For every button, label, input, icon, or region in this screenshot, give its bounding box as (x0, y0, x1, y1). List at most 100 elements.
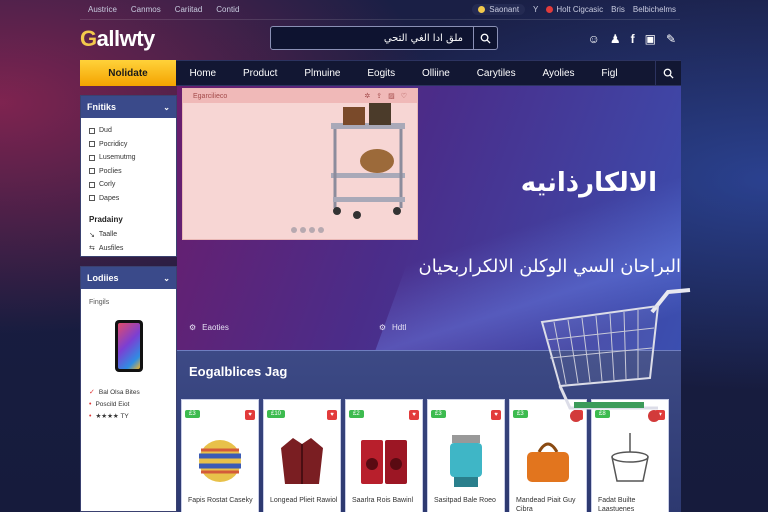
locker-item[interactable]: • ★★★★ TY (89, 410, 168, 422)
search-input[interactable] (271, 27, 473, 49)
top-link[interactable]: Contid (216, 5, 239, 14)
tag-icon: ↘ (89, 231, 95, 239)
top-link[interactable]: Cariitad (175, 5, 203, 14)
wishlist-icon[interactable]: ♥ (245, 410, 255, 420)
alert-icon (546, 6, 554, 13)
share-icon[interactable]: ⇪ (376, 92, 382, 100)
gear-icon: ⚙ (378, 323, 387, 332)
wishlist-icon[interactable]: ♥ (491, 410, 501, 420)
product-card[interactable]: £2 ♥ Saarlra Rois Bawinl (345, 399, 423, 512)
price-tag: £3 (513, 410, 528, 418)
region-selector[interactable]: Saonant (472, 4, 526, 15)
product-name: Fadat Builte Laastuenes (598, 497, 636, 512)
product-card[interactable]: £10 ♥ Longead Plieit Rawiol (263, 399, 341, 512)
filter-option[interactable]: Dapes (89, 192, 170, 206)
nav-item[interactable]: Eogits (367, 68, 395, 79)
jacket-image (281, 438, 323, 484)
nav-item[interactable]: Carytiles (477, 68, 516, 79)
price-tag: £10 (267, 410, 286, 418)
smartphone-image[interactable] (114, 320, 143, 372)
hero-meta-right[interactable]: ⚙ Hdtl (379, 323, 406, 332)
camera-icon[interactable]: ▣ (645, 32, 656, 46)
wishlist-icon[interactable]: ♥ (409, 410, 419, 420)
main-nav: Nolidate Home Product Plmuine Eogits Oll… (80, 60, 681, 86)
filters-panel: Fnitiks ⌄ Dud Pocridicy Lusemutmg Poclie… (80, 95, 177, 257)
product-name: Mandead Piait Guy Cibra (516, 497, 576, 512)
product-name: Sasitpad Bale Roeo (434, 497, 496, 504)
bell-icon[interactable]: ♟ (610, 32, 621, 46)
speaker-image (361, 440, 407, 484)
hero-title: الالكارذانيه (520, 168, 657, 198)
checkbox (89, 181, 95, 188)
nav-item[interactable]: Plmuine (304, 68, 340, 79)
filter-option[interactable]: Dud (89, 124, 170, 138)
lockers-header[interactable]: Lodiies ⌄ (81, 267, 176, 289)
locker-item[interactable]: ✓ Bal Olsa Bites (89, 386, 168, 398)
product-name: Fapis Rostat Caseky (188, 497, 253, 504)
locker-item[interactable]: • Poscild Eiot (89, 398, 168, 410)
product-name: Longead Plieit Rawiol (270, 497, 338, 504)
top-link[interactable]: Belbichelms (633, 5, 676, 14)
chevron-down-icon: ⌄ (163, 102, 170, 112)
nav-item-home[interactable]: Home (189, 68, 216, 79)
filter-option[interactable]: Poclies (89, 165, 170, 179)
wishlist-icon[interactable]: ♥ (327, 410, 337, 420)
site-header: Gallwty ☺ ♟ f ▣ ✎ (80, 22, 680, 56)
facebook-icon[interactable]: f (631, 32, 635, 46)
price-tag: £3 (431, 410, 446, 418)
price-tag: £3 (185, 410, 200, 418)
nav-search-button[interactable] (655, 60, 681, 86)
account-icon[interactable]: ☺ (588, 32, 600, 46)
bullet-icon: • (89, 400, 92, 408)
carousel-dots[interactable] (291, 227, 324, 233)
lockers-panel: Lodiies ⌄ Fingils ✓ Bal Olsa Bites • Posci… (80, 266, 177, 512)
hero-card-label: Egarcilieco (193, 92, 228, 100)
nav-item[interactable]: Olliine (422, 68, 450, 79)
filter-option[interactable]: Pocridicy (89, 138, 170, 152)
notice-link[interactable]: Holt Cigcasic (546, 5, 603, 14)
check-icon: ✓ (89, 389, 95, 396)
filter-option[interactable]: Lusemutmg (89, 151, 170, 165)
bullet-icon: • (89, 412, 92, 420)
filter-option[interactable]: Corly (89, 178, 170, 192)
hero-meta-left[interactable]: ⚙ Eaoties (189, 323, 229, 332)
bag-image (527, 442, 569, 482)
categories-button[interactable]: Nolidate (80, 60, 176, 86)
hero-subtitle: البراحان السي الوكلن الالكراربحيان (418, 256, 682, 277)
top-link[interactable]: Canmos (131, 5, 161, 14)
nav-item-product[interactable]: Product (243, 68, 277, 79)
checkbox (89, 168, 95, 175)
region-selector-label: Saonant (489, 5, 520, 14)
trolley-cart-image (331, 103, 405, 219)
image-icon[interactable]: ▨ (388, 92, 395, 100)
checkbox (89, 195, 95, 202)
filters-header[interactable]: Fnitiks ⌄ (81, 96, 176, 118)
chevron-down-icon[interactable]: Y (533, 5, 538, 14)
search-bar (270, 26, 498, 50)
region-flag-icon (478, 6, 486, 13)
settings-icon[interactable]: ✲ (364, 92, 370, 100)
shopping-cart-illustration (540, 288, 691, 422)
filter-option[interactable]: ↘ Taalle (89, 228, 170, 242)
swap-icon: ⇆ (89, 245, 95, 253)
nav-item[interactable]: Figl (601, 68, 617, 79)
heart-icon[interactable]: ♡ (401, 92, 407, 100)
gear-icon: ⚙ (189, 323, 197, 332)
top-link[interactable]: Austrice (88, 5, 117, 14)
site-logo[interactable]: Gallwty (80, 26, 155, 52)
cart-icon[interactable]: ✎ (666, 32, 676, 46)
nav-item[interactable]: Ayolies (542, 68, 574, 79)
filter-option[interactable]: ⇆ Ausfiles (89, 242, 170, 256)
search-icon (663, 68, 674, 79)
top-link[interactable]: Bris (611, 5, 625, 14)
checkbox (89, 141, 95, 148)
hero-product-card[interactable]: Egarcilieco ✲ ⇪ ▨ ♡ (182, 88, 418, 240)
search-icon (480, 33, 491, 44)
product-card[interactable]: £3 ♥ Sasitpad Bale Roeo (427, 399, 505, 512)
product-name: Saarlra Rois Bawinl (352, 497, 414, 504)
checkbox (89, 127, 95, 134)
product-card[interactable]: £3 ♥ Fapis Rostat Caseky (181, 399, 259, 512)
search-button[interactable] (473, 27, 497, 49)
lockers-caption: Fingils (89, 299, 110, 306)
checkbox (89, 154, 95, 161)
